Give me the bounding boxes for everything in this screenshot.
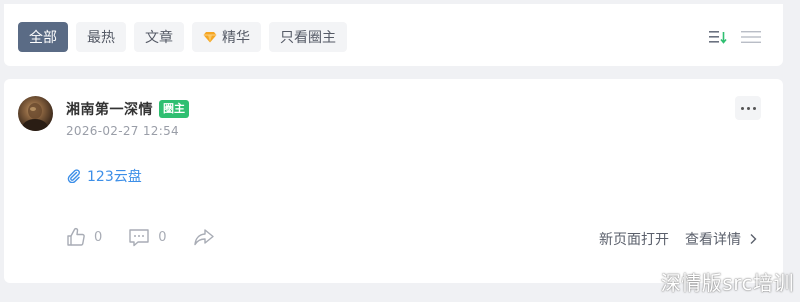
avatar-image xyxy=(22,103,48,131)
filter-tabs: 全部 最热 文章 精华 只看圈主 xyxy=(18,22,347,52)
tab-owner-only[interactable]: 只看圈主 xyxy=(269,22,347,52)
attachment-label: 123云盘 xyxy=(87,169,142,185)
filter-bar: 全部 最热 文章 精华 只看圈主 xyxy=(4,4,783,66)
paperclip-icon xyxy=(67,169,80,183)
tab-label: 文章 xyxy=(145,30,173,46)
post-card: 湘南第一深情 圈主 2026-02-27 12:54 123云盘 0 0 新页面… xyxy=(4,79,783,283)
attachment-link[interactable]: 123云盘 xyxy=(67,166,142,186)
more-options-button[interactable] xyxy=(735,96,761,120)
gem-icon xyxy=(203,32,217,43)
tab-label: 最热 xyxy=(87,30,115,46)
share-icon xyxy=(193,229,214,246)
comment-button[interactable]: 0 xyxy=(128,227,167,247)
post-links: 新页面打开 查看详情 xyxy=(599,229,757,249)
author-name[interactable]: 湘南第一深情 xyxy=(66,99,153,119)
dot-icon xyxy=(752,106,756,110)
post-actions: 0 0 xyxy=(66,227,241,247)
author-row: 湘南第一深情 圈主 xyxy=(66,99,189,119)
dot-icon xyxy=(740,106,744,110)
like-button[interactable]: 0 xyxy=(66,227,102,247)
comment-count: 0 xyxy=(158,229,167,245)
view-detail-label: 查看详情 xyxy=(685,232,741,248)
like-count: 0 xyxy=(94,229,103,245)
comment-icon xyxy=(129,229,149,247)
tab-hottest[interactable]: 最热 xyxy=(76,22,126,52)
tab-articles[interactable]: 文章 xyxy=(134,22,184,52)
tab-label: 精华 xyxy=(222,30,250,46)
sort-list-icon[interactable] xyxy=(709,30,727,44)
thumbs-up-icon xyxy=(67,227,85,246)
post-timestamp: 2026-02-27 12:54 xyxy=(66,124,179,138)
tab-all[interactable]: 全部 xyxy=(18,22,68,52)
view-detail-link[interactable]: 查看详情 xyxy=(685,229,757,249)
menu-list-icon[interactable] xyxy=(741,30,761,44)
dot-icon xyxy=(746,106,750,110)
owner-badge: 圈主 xyxy=(159,100,189,118)
tab-label: 全部 xyxy=(29,30,57,46)
tab-label: 只看圈主 xyxy=(280,30,336,46)
open-new-page-link[interactable]: 新页面打开 xyxy=(599,229,669,249)
chevron-right-icon xyxy=(750,234,757,244)
view-toggle xyxy=(709,30,761,44)
share-button[interactable] xyxy=(193,228,215,246)
tab-featured[interactable]: 精华 xyxy=(192,22,261,52)
avatar[interactable] xyxy=(18,96,53,131)
watermark: 深情版src培训 xyxy=(660,271,794,295)
